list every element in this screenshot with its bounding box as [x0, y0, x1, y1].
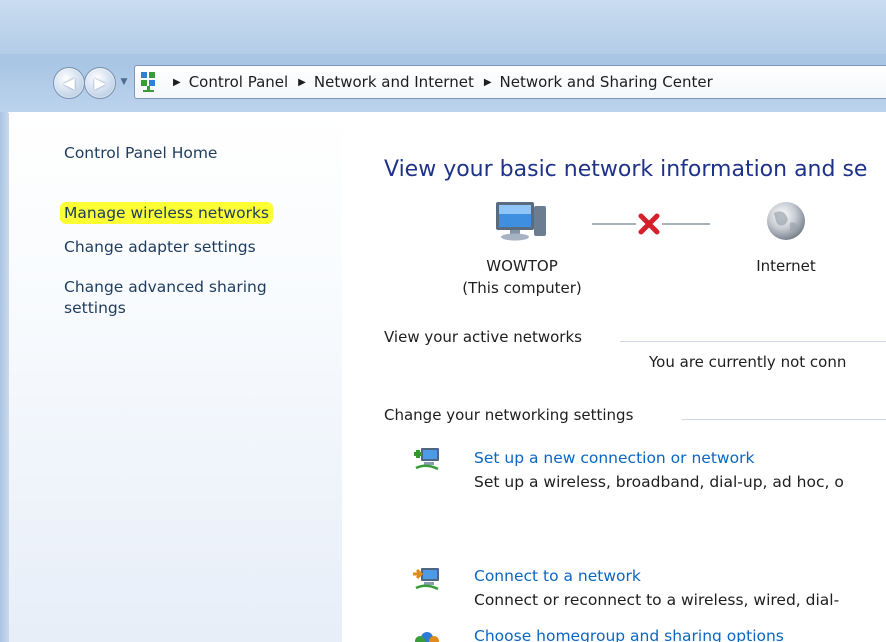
breadcrumb-separator-icon[interactable]: ▶	[173, 77, 181, 88]
computer-name-label: WOWTOP	[486, 257, 558, 275]
window-border	[0, 112, 8, 642]
left-navigation-pane: Control Panel Home Manage wireless netwo…	[8, 113, 343, 642]
manage-wireless-networks-label[interactable]: Manage wireless networks	[60, 202, 273, 224]
not-connected-status: You are currently not conn	[649, 353, 847, 371]
computer-caption-label: (This computer)	[462, 279, 582, 297]
forward-button[interactable]: ▶	[84, 67, 116, 99]
globe-icon[interactable]	[764, 199, 808, 243]
main-content-pane: View your basic network information and …	[342, 113, 886, 642]
back-button[interactable]: ◀	[53, 67, 85, 99]
address-bar[interactable]: ▶ Control Panel ▶ Network and Internet ▶…	[134, 65, 886, 99]
x-icon[interactable]	[636, 211, 662, 237]
forward-arrow-icon: ▶	[94, 74, 106, 92]
section-divider	[682, 419, 886, 420]
breadcrumb-network-and-internet[interactable]: Network and Internet	[314, 73, 474, 91]
networking-settings-header: Change your networking settings	[384, 406, 634, 424]
back-arrow-icon: ◀	[63, 74, 75, 92]
connection-line-right	[662, 223, 710, 225]
breadcrumb-separator-icon[interactable]: ▶	[298, 77, 306, 88]
homegroup-icon[interactable]	[412, 629, 442, 642]
network-center-icon	[141, 72, 155, 92]
title-bar-area	[0, 0, 886, 54]
setup-new-connection-description: Set up a wireless, broadband, dial-up, a…	[474, 473, 844, 491]
control-panel-home-link[interactable]: Control Panel Home	[64, 143, 217, 163]
connection-line-left	[592, 223, 636, 225]
change-adapter-settings-link[interactable]: Change adapter settings	[64, 237, 256, 257]
breadcrumb-network-and-sharing-center[interactable]: Network and Sharing Center	[500, 73, 713, 91]
connect-to-network-icon[interactable]	[412, 564, 442, 592]
internet-label: Internet	[756, 257, 816, 275]
change-advanced-sharing-settings-link[interactable]: Change advanced sharing	[64, 277, 267, 297]
breadcrumb-control-panel[interactable]: Control Panel	[189, 73, 288, 91]
connect-to-network-description: Connect or reconnect to a wireless, wire…	[474, 591, 840, 609]
connect-to-network-link[interactable]: Connect to a network	[474, 567, 641, 585]
new-connection-icon[interactable]	[412, 444, 442, 472]
section-divider	[620, 341, 886, 342]
active-networks-header: View your active networks	[384, 328, 582, 346]
computer-icon[interactable]	[490, 196, 554, 244]
homegroup-sharing-link[interactable]: Choose homegroup and sharing options	[474, 627, 784, 642]
recent-pages-dropdown[interactable]: ▼	[117, 75, 131, 89]
setup-new-connection-link[interactable]: Set up a new connection or network	[474, 449, 754, 467]
window-chrome: ◀ ▶ ▼ ▶ Control Panel ▶ Network and Inte…	[0, 0, 886, 112]
change-advanced-sharing-settings-link-line2[interactable]: settings	[64, 298, 126, 318]
page-title: View your basic network information and …	[384, 157, 868, 182]
manage-wireless-networks-link[interactable]: Manage wireless networks	[60, 202, 273, 224]
breadcrumb-separator-icon[interactable]: ▶	[484, 77, 492, 88]
